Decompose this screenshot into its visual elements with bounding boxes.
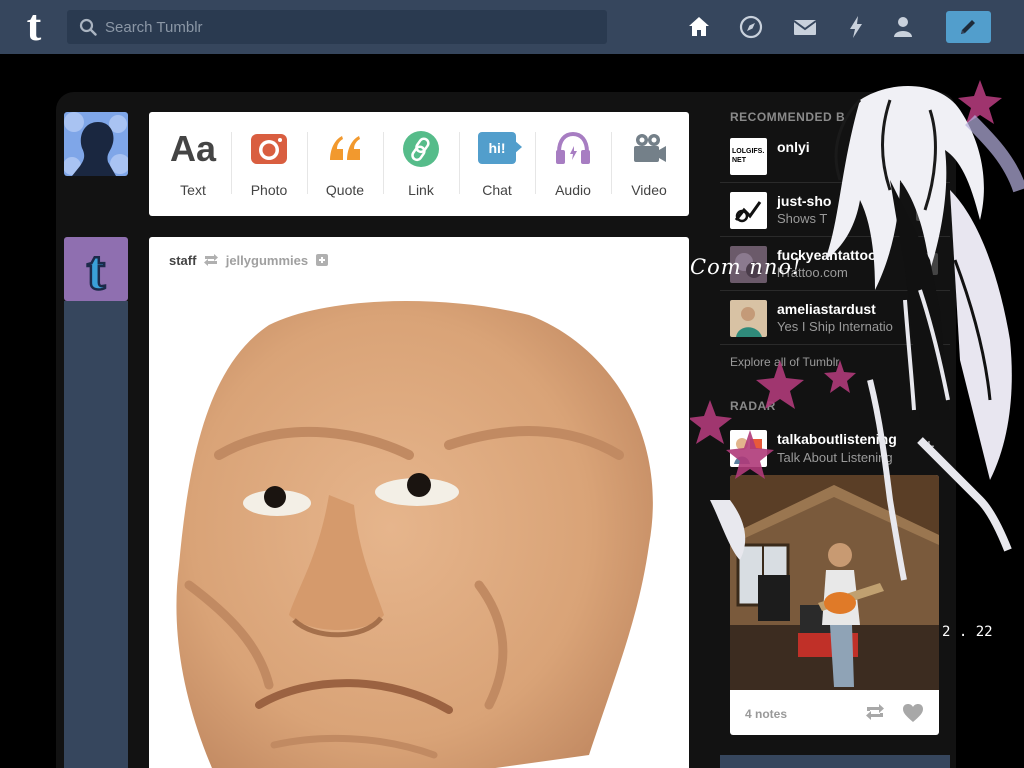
blog-thumbnail [730,192,767,229]
chat-icon-glyph: hi! [488,140,506,156]
search-box[interactable] [67,10,607,44]
post-type-video[interactable]: Video [611,112,687,216]
post-type-photo-label: Photo [250,182,288,198]
headphones-icon [556,131,590,164]
account-person-icon[interactable] [890,14,916,40]
post-type-photo[interactable]: Photo [231,112,307,216]
blog-name[interactable]: ameliastardust [777,301,876,317]
post-type-bar: Aa Text Photo Quote Link hi! Chat Audio … [149,112,689,216]
top-navigation-bar: t [0,0,1024,54]
quote-icon [330,136,360,160]
radar-post-footer: 4 notes [730,690,939,735]
blog-subtitle: Shows T [777,211,828,226]
chat-bubble-icon: hi! [478,132,516,164]
post-type-quote-label: Quote [325,182,365,198]
post-notes-count[interactable]: 4 notes [745,707,787,721]
reblog-icon [204,254,219,266]
post-type-link-label: Link [408,182,434,198]
radar-heading: RADAR [730,399,776,413]
tumblr-logo[interactable]: t [14,4,54,48]
svg-text:t: t [87,240,106,301]
avatar-silhouette-image [64,112,128,176]
radar-blog-name[interactable]: talkaboutlistening [777,431,897,447]
recommended-blog-item[interactable]: LOLGIFS. NET onlyi + [720,130,950,183]
explore-all-link[interactable]: Explore all of Tumblr [730,355,839,369]
post-type-text[interactable]: Aa Text [155,112,231,216]
like-heart-icon[interactable] [902,703,924,723]
radar-blog-subtitle: Talk About Listening [777,450,893,465]
search-icon [79,18,97,36]
pencil-icon [961,20,975,34]
post-type-video-label: Video [631,182,667,198]
radar-post-photo [730,475,939,690]
post-type-link[interactable]: Link [383,112,459,216]
blog-thumbnail [730,300,767,337]
video-camera-icon [634,134,666,162]
decorative-number-text: 2 . 22 [942,624,993,640]
post-author-link[interactable]: staff [169,253,196,268]
staff-avatar[interactable]: t [64,237,128,301]
follow-plus-icon[interactable]: + [918,436,940,458]
blog-thumbnail: LOLGIFS. NET [730,138,767,175]
activity-lightning-icon[interactable] [843,14,869,40]
post-type-quote[interactable]: Quote [307,112,383,216]
dashboard-post: staff jellygummies [149,237,689,768]
camera-icon [251,134,287,164]
reblog-icon[interactable] [864,703,886,721]
recommended-blog-item[interactable]: ameliastardust Yes I Ship Internatio + [720,292,950,345]
search-input[interactable] [105,10,595,44]
post-type-audio-label: Audio [555,182,591,198]
follow-plus-icon[interactable] [315,254,328,266]
tumblr-staff-logo-icon: t [64,237,128,301]
sidebar-bottom-strip [720,755,950,768]
text-icon: Aa [165,130,221,168]
follow-button[interactable]: + [916,307,938,329]
decorative-script-text: Com nno! [690,255,802,279]
follow-button[interactable]: + [916,199,938,221]
recommended-blogs-heading: RECOMMENDED B [730,110,846,124]
text-icon-glyph: Aa [169,128,217,169]
post-header: staff jellygummies [169,253,328,271]
post-type-text-label: Text [180,182,206,198]
home-icon[interactable] [686,14,712,40]
post-type-chat-label: Chat [482,182,512,198]
reblogged-from-link[interactable]: jellygummies [226,253,308,268]
inbox-mail-icon[interactable] [792,14,818,40]
chat-bubble-tail-icon [514,140,522,154]
post-type-audio[interactable]: Audio [535,112,611,216]
post-photo-face-sculpture [176,301,653,768]
post-type-chat[interactable]: hi! Chat [459,112,535,216]
blog-thumbnail [730,430,767,467]
compose-post-button[interactable] [946,11,991,43]
explore-compass-icon[interactable] [738,14,764,40]
user-avatar[interactable] [64,112,128,176]
blog-name[interactable]: just-sho [777,193,831,209]
post-avatar-column [64,301,128,768]
blog-thumbnail-text: LOLGIFS. NET [732,148,765,164]
radar-blog-item[interactable]: talkaboutlistening Talk About Listening … [720,422,950,472]
blog-subtitle: Yes I Ship Internatio [777,319,893,334]
recommended-blog-item[interactable]: just-sho Shows T + [720,184,950,237]
follow-button[interactable]: + [916,145,938,167]
follow-button[interactable]: + [916,253,938,275]
link-chain-icon [403,131,439,167]
radar-post-card[interactable]: 4 notes [730,475,939,735]
blog-name[interactable]: onlyi [777,139,810,155]
